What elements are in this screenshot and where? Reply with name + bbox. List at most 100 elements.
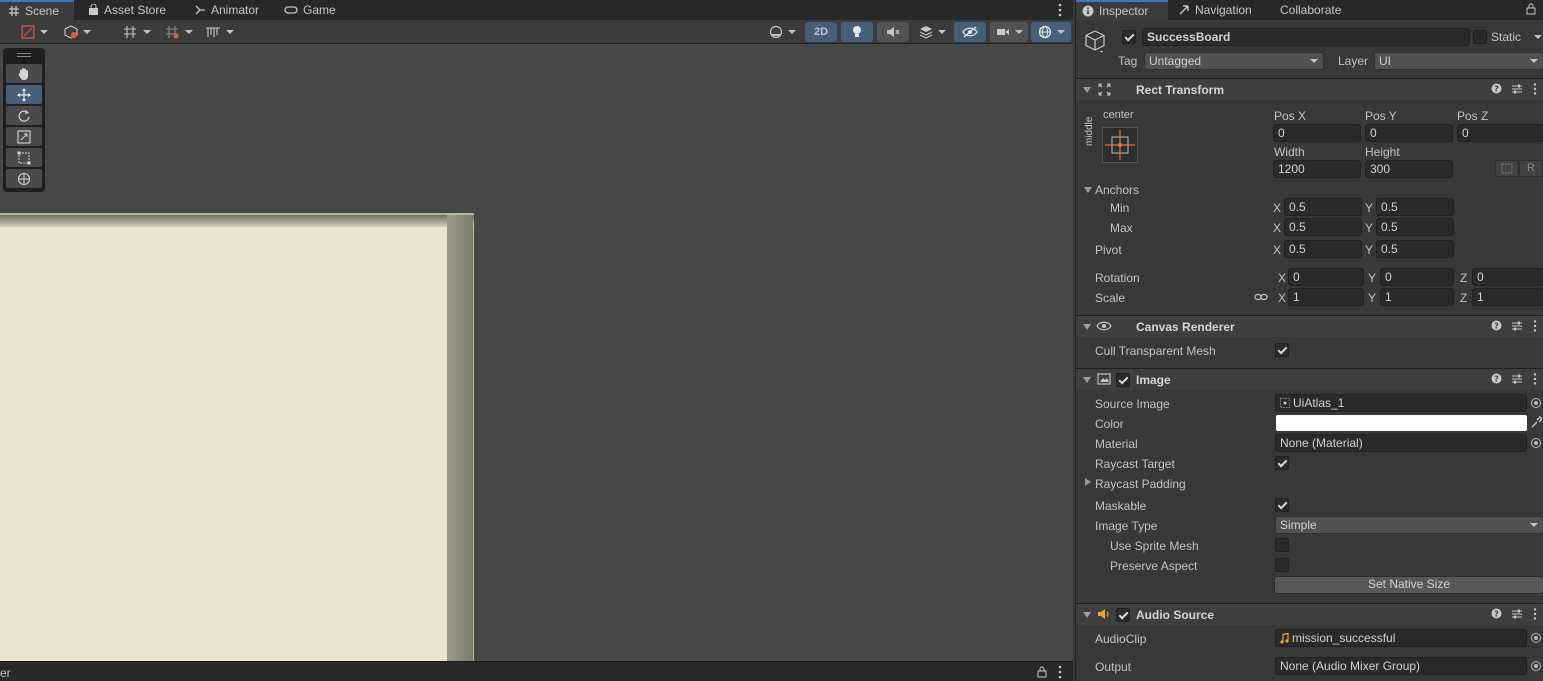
- draw-mode-dropdown[interactable]: [16, 22, 52, 42]
- increment-snap-dropdown[interactable]: [160, 22, 196, 42]
- image-header[interactable]: Image ?: [1076, 368, 1543, 390]
- help-icon[interactable]: ?: [1491, 83, 1502, 94]
- rotation-z-field[interactable]: 0: [1472, 268, 1543, 286]
- anchor-presets-button[interactable]: [1102, 127, 1138, 163]
- source-image-field[interactable]: UiAtlas_1: [1275, 394, 1527, 412]
- object-picker-icon[interactable]: [1531, 438, 1541, 448]
- hidden-objects-toggle[interactable]: [954, 22, 986, 42]
- scale-z-field[interactable]: 1: [1472, 288, 1543, 306]
- foldout-arrow-icon[interactable]: [1085, 478, 1091, 486]
- scale-x-field[interactable]: 1: [1288, 288, 1364, 306]
- audioclip-field[interactable]: mission_successful: [1275, 629, 1527, 647]
- rotate-tool-button[interactable]: [6, 106, 42, 125]
- gizmos-dropdown[interactable]: [1031, 22, 1071, 42]
- camera-dropdown[interactable]: [990, 22, 1028, 42]
- transform-tool-button[interactable]: [6, 169, 42, 188]
- help-icon[interactable]: ?: [1491, 320, 1502, 331]
- foldout-arrow-icon[interactable]: [1083, 87, 1091, 93]
- pos-z-field[interactable]: 0: [1457, 124, 1543, 142]
- rect-tool-button[interactable]: [6, 148, 42, 167]
- tab-inspector[interactable]: Inspector: [1076, 0, 1168, 20]
- object-picker-icon[interactable]: [1531, 661, 1541, 671]
- foldout-arrow-icon[interactable]: [1083, 612, 1091, 618]
- audio-toggle[interactable]: [877, 22, 909, 42]
- scale-tool-button[interactable]: [6, 127, 42, 146]
- object-name-field[interactable]: SuccessBoard: [1142, 28, 1470, 46]
- tab-navigation[interactable]: Navigation: [1172, 0, 1258, 20]
- use-sprite-mesh-checkbox[interactable]: [1275, 538, 1289, 552]
- more-options-icon[interactable]: [1055, 2, 1065, 18]
- help-icon[interactable]: ?: [1491, 373, 1502, 384]
- tab-animator[interactable]: Animator: [186, 0, 267, 20]
- object-picker-icon[interactable]: [1531, 633, 1541, 643]
- lock-icon[interactable]: [1526, 3, 1536, 15]
- more-options-icon[interactable]: [1532, 82, 1538, 96]
- canvas-renderer-header[interactable]: Canvas Renderer ?: [1076, 315, 1543, 337]
- tag-dropdown[interactable]: Untagged: [1144, 52, 1324, 70]
- effects-dropdown[interactable]: [913, 22, 951, 42]
- foldout-arrow-icon[interactable]: [1084, 187, 1092, 193]
- move-tool-button[interactable]: [6, 85, 42, 104]
- static-checkbox[interactable]: [1473, 30, 1487, 44]
- active-checkbox[interactable]: [1122, 30, 1136, 44]
- grid-snap-dropdown[interactable]: [117, 22, 155, 42]
- render-mode-dropdown[interactable]: [58, 22, 96, 42]
- more-options-icon[interactable]: [1532, 372, 1538, 386]
- presets-icon[interactable]: [1511, 83, 1523, 95]
- width-field[interactable]: 1200: [1273, 160, 1361, 178]
- success-board-sprite[interactable]: [0, 213, 474, 663]
- gameobject-cube-icon[interactable]: [1084, 29, 1106, 55]
- output-field[interactable]: None (Audio Mixer Group): [1275, 657, 1527, 675]
- tab-collaborate[interactable]: Collaborate: [1274, 0, 1347, 20]
- chevron-down-icon[interactable]: [1534, 35, 1542, 39]
- preserve-aspect-checkbox[interactable]: [1275, 558, 1289, 572]
- color-swatch[interactable]: [1276, 415, 1527, 431]
- rect-transform-header[interactable]: Rect Transform ?: [1076, 78, 1543, 100]
- raw-edit-button[interactable]: R: [1519, 160, 1543, 177]
- tab-scene[interactable]: Scene: [0, 0, 74, 20]
- anchor-max-y-field[interactable]: 0.5: [1376, 218, 1454, 236]
- foldout-arrow-icon[interactable]: [1083, 324, 1091, 330]
- rotation-y-field[interactable]: 0: [1380, 268, 1454, 286]
- raycast-target-checkbox[interactable]: [1275, 456, 1289, 470]
- link-icon[interactable]: [1254, 292, 1268, 302]
- more-options-icon[interactable]: [1532, 607, 1538, 621]
- anchor-min-x-field[interactable]: 0.5: [1284, 198, 1362, 216]
- image-type-dropdown[interactable]: Simple: [1275, 516, 1543, 534]
- cull-transparent-mesh-checkbox[interactable]: [1275, 343, 1289, 357]
- set-native-size-button[interactable]: Set Native Size: [1274, 576, 1543, 594]
- image-enabled-checkbox[interactable]: [1116, 373, 1130, 387]
- drag-handle[interactable]: [17, 53, 31, 57]
- lighting-toggle[interactable]: [841, 22, 873, 42]
- anchor-min-y-field[interactable]: 0.5: [1376, 198, 1454, 216]
- shading-dropdown[interactable]: [762, 22, 802, 42]
- anchor-max-x-field[interactable]: 0.5: [1284, 218, 1362, 236]
- pos-y-field[interactable]: 0: [1365, 124, 1453, 142]
- bottom-panel-label[interactable]: er: [0, 666, 11, 680]
- tab-game[interactable]: Game: [276, 0, 344, 20]
- more-options-icon[interactable]: [1055, 664, 1065, 680]
- presets-icon[interactable]: [1511, 608, 1523, 620]
- object-picker-icon[interactable]: [1531, 398, 1541, 408]
- material-field[interactable]: None (Material): [1275, 434, 1527, 452]
- blueprint-mode-button[interactable]: [1495, 160, 1519, 177]
- height-field[interactable]: 300: [1365, 160, 1453, 178]
- scene-view-panel[interactable]: Scene Asset Store Animator Game 2D er: [0, 0, 1073, 681]
- audio-source-header[interactable]: Audio Source ?: [1076, 603, 1543, 625]
- foldout-arrow-icon[interactable]: [1083, 377, 1091, 383]
- rotation-x-field[interactable]: 0: [1288, 268, 1364, 286]
- layer-dropdown[interactable]: UI: [1374, 52, 1543, 70]
- pivot-x-field[interactable]: 0.5: [1284, 240, 1362, 258]
- lock-icon[interactable]: [1037, 666, 1047, 678]
- audio-source-enabled-checkbox[interactable]: [1116, 608, 1130, 622]
- pos-x-field[interactable]: 0: [1273, 124, 1361, 142]
- presets-icon[interactable]: [1511, 320, 1523, 332]
- presets-icon[interactable]: [1511, 373, 1523, 385]
- raycast-padding-label[interactable]: Raycast Padding: [1095, 477, 1186, 491]
- hand-tool-button[interactable]: [6, 64, 42, 83]
- pivot-y-field[interactable]: 0.5: [1376, 240, 1454, 258]
- scale-y-field[interactable]: 1: [1380, 288, 1454, 306]
- anchors-label[interactable]: Anchors: [1095, 183, 1139, 197]
- maskable-checkbox[interactable]: [1275, 498, 1289, 512]
- help-icon[interactable]: ?: [1491, 608, 1502, 619]
